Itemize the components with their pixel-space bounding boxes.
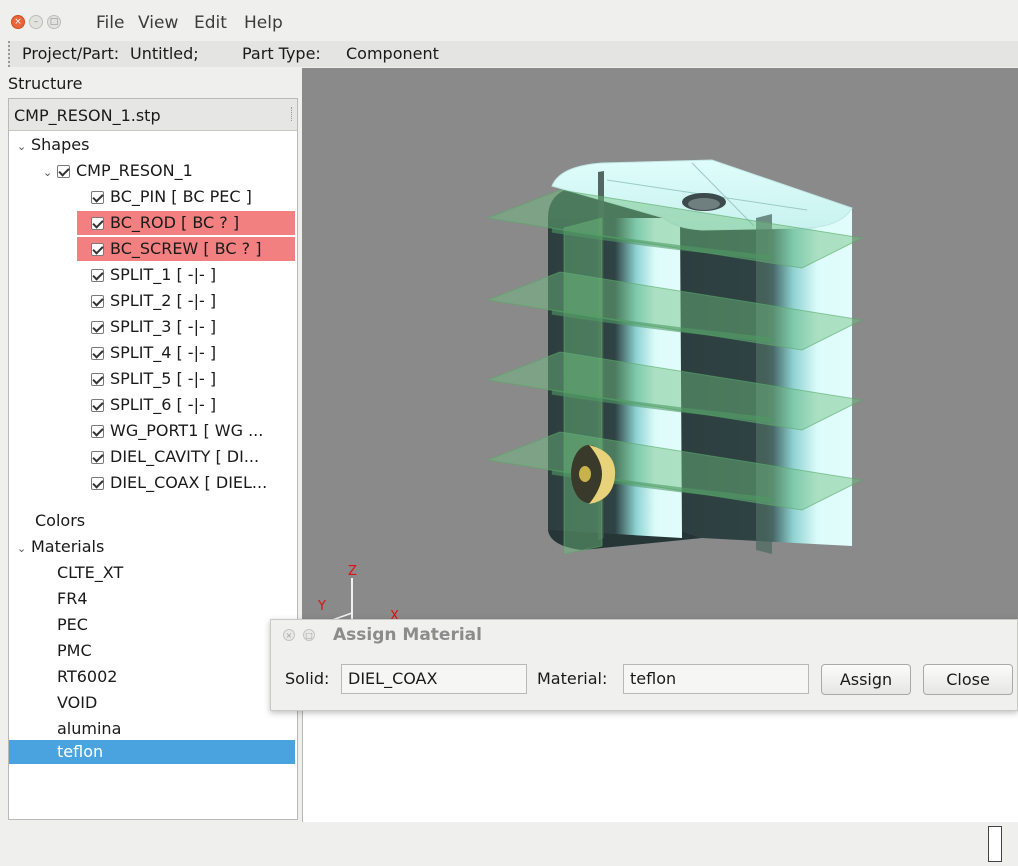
structure-file-name: CMP_RESON_1.stp [14, 106, 161, 125]
tree-shape-item[interactable]: DIEL_COAX [ DIEL... [91, 471, 267, 495]
shape-label: BC_SCREW [ BC ? ] [110, 239, 262, 258]
menu-view[interactable]: View [138, 13, 178, 33]
dialog-maximize-icon[interactable]: □ [303, 629, 315, 641]
shape-label: SPLIT_1 [ -|- ] [110, 265, 217, 284]
chevron-down-icon[interactable]: ⌄ [17, 537, 31, 561]
tree-shape-item[interactable]: WG_PORT1 [ WG ... [91, 419, 263, 443]
close-button[interactable]: Close [923, 664, 1013, 695]
tree-shapes-label: Shapes [31, 135, 90, 154]
model-svg: Z Y X [317, 159, 864, 623]
chevron-down-icon[interactable]: ⌄ [17, 135, 31, 159]
project-bar: Project/Part: Untitled; Part Type: Compo… [8, 41, 1018, 67]
shape-label: BC_PIN [ BC PEC ] [110, 187, 252, 206]
tree-shape-item[interactable]: BC_SCREW [ BC ? ] [77, 237, 295, 261]
checkbox[interactable] [91, 451, 104, 464]
checkbox[interactable] [91, 347, 104, 360]
menu-edit[interactable]: Edit [194, 13, 227, 33]
menubar: × – □ File View Edit Help [0, 0, 1018, 40]
tree-shape-item[interactable]: BC_PIN [ BC PEC ] [91, 185, 252, 209]
chevron-down-icon[interactable]: ⌄ [43, 161, 57, 185]
tree-colors-label: Colors [35, 511, 86, 530]
menu-file[interactable]: File [96, 13, 124, 33]
solid-label: Solid: [285, 669, 330, 688]
window-minimize-icon[interactable]: – [29, 15, 43, 29]
dialog-close-icon[interactable]: × [283, 629, 295, 641]
part-type-label: Part Type: [242, 44, 321, 63]
material-item[interactable]: alumina [57, 717, 121, 741]
structure-file-header[interactable]: CMP_RESON_1.stp [9, 99, 297, 131]
tree-root-shape[interactable]: ⌄ CMP_RESON_1 [43, 159, 193, 183]
assign-button[interactable]: Assign [821, 664, 911, 695]
assign-material-dialog: × □ Assign Material Solid: DIEL_COAX Mat… [270, 619, 1018, 711]
window-maximize-icon[interactable]: □ [47, 15, 61, 29]
tree-root-label: CMP_RESON_1 [76, 161, 193, 180]
checkbox[interactable] [91, 243, 104, 256]
tree-shape-item[interactable]: BC_ROD [ BC ? ] [77, 211, 295, 235]
checkbox[interactable] [91, 425, 104, 438]
project-label: Project/Part: [22, 44, 120, 63]
solid-field[interactable]: DIEL_COAX [341, 664, 527, 694]
tree-shape-item[interactable]: SPLIT_6 [ -|- ] [91, 393, 216, 417]
resize-grip-icon[interactable] [291, 107, 295, 121]
material-label: Material: [537, 669, 608, 688]
checkbox[interactable] [91, 321, 104, 334]
tree-shape-item[interactable]: SPLIT_3 [ -|- ] [91, 315, 216, 339]
shape-label: WG_PORT1 [ WG ... [110, 421, 264, 440]
tree-materials-label: Materials [31, 537, 105, 556]
checkbox[interactable] [91, 373, 104, 386]
material-item[interactable]: PMC [57, 639, 92, 663]
shape-label: SPLIT_6 [ -|- ] [110, 395, 217, 414]
checkbox[interactable] [91, 295, 104, 308]
shape-label: SPLIT_5 [ -|- ] [110, 369, 217, 388]
viewport-canvas[interactable]: Z Y X [302, 68, 1018, 623]
checkbox[interactable] [57, 165, 70, 178]
material-field[interactable]: teflon [623, 664, 809, 694]
checkbox[interactable] [91, 217, 104, 230]
material-item[interactable]: RT6002 [57, 665, 117, 689]
checkbox[interactable] [91, 477, 104, 490]
menu-help[interactable]: Help [244, 13, 283, 33]
window-close-icon[interactable]: × [11, 15, 25, 29]
axis-triad: Z Y X [317, 564, 399, 623]
dialog-title: Assign Material [333, 625, 482, 645]
shape-label: SPLIT_2 [ -|- ] [110, 291, 217, 310]
checkbox[interactable] [91, 191, 104, 204]
shape-label: SPLIT_4 [ -|- ] [110, 343, 217, 362]
shape-label: DIEL_COAX [ DIEL... [110, 473, 268, 492]
axis-z-label: Z [348, 564, 357, 579]
structure-label: Structure [8, 74, 83, 93]
shape-label: SPLIT_3 [ -|- ] [110, 317, 217, 336]
checkbox[interactable] [91, 399, 104, 412]
checkbox[interactable] [91, 269, 104, 282]
material-item[interactable]: PEC [57, 613, 88, 637]
tree-shape-item[interactable]: DIEL_CAVITY [ DI... [91, 445, 259, 469]
material-item-selected[interactable]: teflon [9, 740, 295, 764]
tree-shape-item[interactable]: SPLIT_1 [ -|- ] [91, 263, 216, 287]
tree-materials[interactable]: ⌄ Materials [17, 535, 104, 559]
tree-shape-item[interactable]: SPLIT_5 [ -|- ] [91, 367, 216, 391]
status-bar [0, 822, 1018, 866]
axis-y-label: Y [317, 599, 326, 614]
structure-panel: CMP_RESON_1.stp ⌄ Shapes ⌄ CMP_RESON_1 BC_… [8, 98, 298, 820]
tree-shape-item[interactable]: SPLIT_4 [ -|- ] [91, 341, 216, 365]
tree-colors[interactable]: Colors [35, 509, 85, 533]
tree-shapes[interactable]: ⌄ Shapes [17, 133, 89, 157]
shape-label: BC_ROD [ BC ? ] [110, 213, 240, 232]
status-indicator [988, 826, 1002, 862]
part-type-value: Component [346, 44, 439, 63]
material-item[interactable]: FR4 [57, 587, 88, 611]
project-value: Untitled; [130, 44, 199, 63]
tree-shape-item[interactable]: SPLIT_2 [ -|- ] [91, 289, 216, 313]
material-item[interactable]: VOID [57, 691, 97, 715]
shape-label: DIEL_CAVITY [ DI... [110, 447, 260, 466]
material-item[interactable]: CLTE_XT [57, 561, 123, 585]
